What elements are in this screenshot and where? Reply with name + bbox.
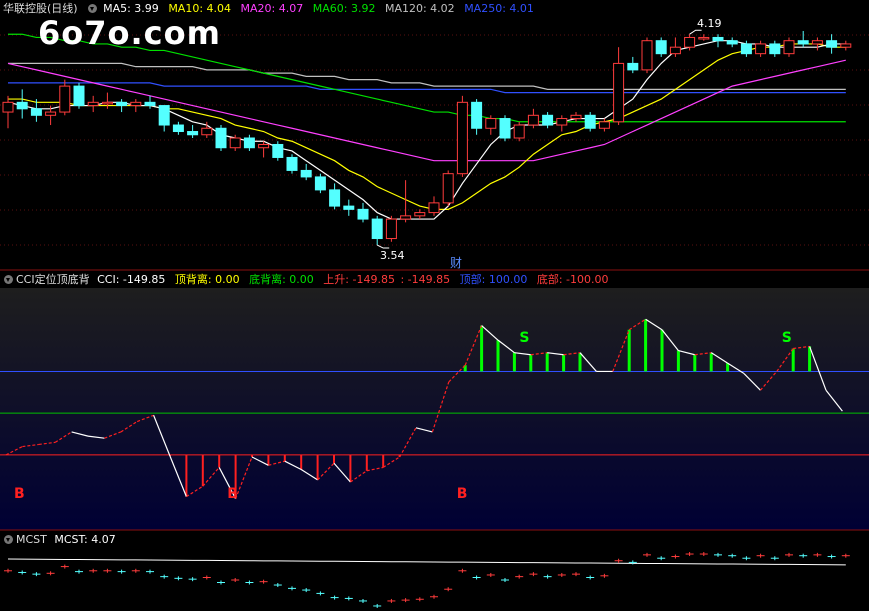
candle-body (385, 218, 397, 240)
candle-body (258, 143, 270, 149)
candle-body (172, 124, 184, 133)
candle-body (357, 208, 369, 220)
dropdown-icon[interactable] (4, 535, 13, 544)
candle-body (329, 189, 341, 207)
candle-body (584, 114, 596, 129)
candle-body (130, 101, 142, 107)
main-header: 华联控股(日线) MA5: 3.99 MA10: 4.04 MA20: 4.07… (0, 0, 540, 17)
ma250-value: MA250: 4.01 (464, 2, 534, 15)
candle-body (286, 156, 298, 171)
candle-body (698, 36, 710, 40)
candle-body (442, 173, 454, 204)
candle-body (655, 40, 667, 55)
candle-body (16, 101, 28, 110)
bottom-divergence-value: 底背离: 0.00 (249, 273, 314, 286)
candle-body (669, 46, 681, 55)
candle-body (783, 40, 795, 55)
candle-body (45, 111, 57, 116)
sell-signal-label: S (519, 330, 529, 346)
top-divergence-value: 顶背离: 0.00 (174, 273, 240, 286)
candle-body (641, 40, 653, 71)
candle-body (215, 127, 227, 149)
candle-body (414, 212, 426, 217)
top-level-value: 顶部: 100.00 (459, 273, 528, 286)
candle-body (158, 105, 170, 126)
low-price-label: 3.54 (380, 249, 405, 262)
buy-signal-label: B (227, 486, 238, 502)
candle-body (527, 114, 539, 126)
candle-body (201, 127, 213, 136)
ma10-value: MA10: 4.04 (168, 2, 232, 15)
cci-panel-bg (0, 288, 869, 530)
rising-value-2: : -149.85 (400, 273, 451, 286)
candle-body (400, 215, 412, 220)
candle-body (740, 43, 752, 55)
candle-body (87, 101, 99, 107)
candle-body (755, 43, 767, 55)
candle-body (272, 143, 284, 158)
candle-body (343, 205, 355, 210)
stock-chart[interactable]: BBBSSS (0, 0, 869, 611)
financial-report-marker[interactable]: 财 (450, 254, 462, 271)
chart-title[interactable]: 华联控股(日线) (3, 2, 78, 15)
sell-signal-label: S (782, 330, 792, 346)
buy-signal-label: B (457, 486, 468, 502)
candle-body (797, 40, 809, 45)
ma5-value: MA5: 3.99 (103, 2, 159, 15)
candle-body (542, 114, 554, 126)
candle-body (229, 137, 241, 149)
cci-title[interactable]: CCI定位顶底背 (16, 273, 90, 286)
candle-body (59, 85, 71, 113)
mcst-value: MCST: 4.07 (54, 533, 116, 546)
candle-body (30, 108, 42, 116)
candle-body (300, 169, 312, 178)
buy-signal-label: B (14, 486, 25, 502)
candle-body (144, 101, 156, 107)
mcst-header: MCST MCST: 4.07 (0, 531, 122, 548)
rising-value: 上升: -149.85 (323, 273, 395, 286)
candle-body (428, 202, 440, 214)
watermark-logo: 6o7o.com (38, 14, 221, 52)
candle-body (499, 118, 511, 139)
candle-body (371, 218, 383, 240)
ma60-value: MA60: 3.92 (312, 2, 376, 15)
candle-body (684, 36, 696, 48)
dropdown-icon[interactable] (87, 4, 97, 13)
candle-body (513, 124, 525, 139)
dropdown-icon[interactable] (4, 275, 13, 284)
candle-body (811, 40, 823, 45)
candle-body (2, 101, 14, 113)
ma20-value: MA20: 4.07 (240, 2, 304, 15)
cci-header: CCI定位顶底背 CCI: -149.85 顶背离: 0.00 底背离: 0.0… (0, 271, 615, 288)
candle-body (726, 40, 738, 45)
candle-body (598, 121, 610, 129)
candle-body (243, 137, 255, 149)
candle-body (116, 101, 128, 107)
candle-body (840, 43, 852, 48)
candle-body (570, 114, 582, 120)
candle-body (556, 118, 568, 126)
candle-body (769, 43, 781, 55)
candle-body (73, 85, 85, 107)
candle-body (456, 101, 468, 175)
ma120-value: MA120: 4.02 (384, 2, 455, 15)
candle-body (187, 131, 199, 136)
candle-body (314, 176, 326, 191)
candle-body (101, 101, 113, 105)
candle-body (613, 62, 625, 123)
candle-body (471, 101, 483, 129)
candle-body (826, 40, 838, 48)
bottom-level-value: 底部: -100.00 (536, 273, 609, 286)
high-price-label: 4.19 (697, 17, 722, 30)
mcst-title[interactable]: MCST (16, 533, 47, 546)
candle-body (627, 62, 639, 71)
cci-value: CCI: -149.85 (97, 273, 166, 286)
candle-body (712, 36, 724, 42)
candle-body (485, 118, 497, 129)
